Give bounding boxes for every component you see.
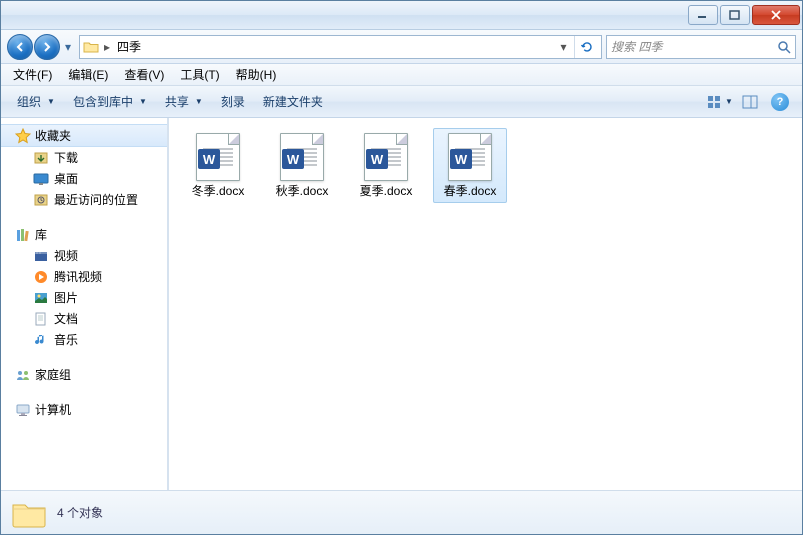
menu-view[interactable]: 查看(V) xyxy=(116,63,172,86)
status-folder-icon xyxy=(11,497,47,529)
breadcrumb-separator[interactable]: ▸ xyxy=(102,40,112,54)
content-area: 收藏夹 下载 桌面 最近访问的位置 库 xyxy=(1,118,802,490)
file-label: 冬季.docx xyxy=(192,184,245,198)
sidebar-favorites[interactable]: 收藏夹 xyxy=(1,124,168,147)
documents-icon xyxy=(33,311,49,327)
breadcrumb-folder[interactable]: 四季 xyxy=(115,38,552,55)
maximize-button[interactable] xyxy=(720,5,750,25)
titlebar xyxy=(1,1,802,30)
status-text: 4 个对象 xyxy=(57,504,103,521)
organize-button[interactable]: 组织▼ xyxy=(9,89,63,114)
favorites-icon xyxy=(15,128,31,144)
address-bar[interactable]: ▸ 四季 ▾ xyxy=(79,35,602,59)
status-bar: 4 个对象 xyxy=(1,490,802,534)
file-list-pane[interactable]: W 冬季.docx W 秋季.docx W 夏季.docx W 春季.docx xyxy=(169,118,802,490)
menu-tools[interactable]: 工具(T) xyxy=(172,63,227,86)
share-button[interactable]: 共享▼ xyxy=(157,89,211,114)
word-document-icon: W xyxy=(448,133,492,181)
tencent-video-icon xyxy=(33,269,49,285)
nav-arrows: ▾ xyxy=(7,34,75,60)
sidebar-libraries[interactable]: 库 xyxy=(1,224,168,245)
video-icon xyxy=(33,248,49,264)
sidebar-computer[interactable]: 计算机 xyxy=(1,399,168,420)
recent-icon xyxy=(33,192,49,208)
word-document-icon: W xyxy=(280,133,324,181)
include-library-button[interactable]: 包含到库中▼ xyxy=(65,89,155,114)
sidebar-item-music[interactable]: 音乐 xyxy=(1,329,168,350)
menu-file[interactable]: 文件(F) xyxy=(5,63,60,86)
refresh-button[interactable] xyxy=(574,36,598,58)
navigation-pane: 收藏夹 下载 桌面 最近访问的位置 库 xyxy=(1,118,169,490)
burn-button[interactable]: 刻录 xyxy=(213,89,253,114)
file-label: 春季.docx xyxy=(444,184,497,198)
minimize-button[interactable] xyxy=(688,5,718,25)
menu-help[interactable]: 帮助(H) xyxy=(228,63,285,86)
window-controls xyxy=(688,5,800,25)
pictures-icon xyxy=(33,290,49,306)
preview-pane-button[interactable] xyxy=(736,90,764,114)
sidebar-homegroup[interactable]: 家庭组 xyxy=(1,364,168,385)
explorer-window: ▾ ▸ 四季 ▾ 搜索 四季 文件(F) 编辑(E) 查看(V) 工具( xyxy=(0,0,803,535)
toolbar: 组织▼ 包含到库中▼ 共享▼ 刻录 新建文件夹 ▼ ? xyxy=(1,86,802,118)
file-item[interactable]: W 秋季.docx xyxy=(265,128,339,203)
sidebar-item-recent[interactable]: 最近访问的位置 xyxy=(1,189,168,210)
back-button[interactable] xyxy=(7,34,33,60)
libraries-icon xyxy=(15,227,31,243)
folder-icon xyxy=(83,40,99,54)
music-icon xyxy=(33,332,49,348)
file-label: 秋季.docx xyxy=(276,184,329,198)
search-icon xyxy=(777,40,791,54)
file-item[interactable]: W 冬季.docx xyxy=(181,128,255,203)
sidebar-item-pictures[interactable]: 图片 xyxy=(1,287,168,308)
downloads-icon xyxy=(33,150,49,166)
sidebar-item-tencent-video[interactable]: 腾讯视频 xyxy=(1,266,168,287)
close-button[interactable] xyxy=(752,5,800,25)
forward-button[interactable] xyxy=(34,34,60,60)
word-document-icon: W xyxy=(364,133,408,181)
menu-edit[interactable]: 编辑(E) xyxy=(60,63,116,86)
history-dropdown[interactable]: ▾ xyxy=(61,34,75,60)
file-item[interactable]: W 夏季.docx xyxy=(349,128,423,203)
help-button[interactable]: ? xyxy=(766,90,794,114)
word-document-icon: W xyxy=(196,133,240,181)
search-input[interactable]: 搜索 四季 xyxy=(606,35,796,59)
address-dropdown[interactable]: ▾ xyxy=(555,36,571,58)
search-placeholder: 搜索 四季 xyxy=(611,38,777,55)
homegroup-icon xyxy=(15,367,31,383)
sidebar-item-desktop[interactable]: 桌面 xyxy=(1,168,168,189)
desktop-icon xyxy=(33,171,49,187)
menubar: 文件(F) 编辑(E) 查看(V) 工具(T) 帮助(H) xyxy=(1,64,802,86)
file-item[interactable]: W 春季.docx xyxy=(433,128,507,203)
help-icon: ? xyxy=(771,93,789,111)
view-mode-button[interactable]: ▼ xyxy=(706,90,734,114)
sidebar-item-documents[interactable]: 文档 xyxy=(1,308,168,329)
sidebar-item-downloads[interactable]: 下载 xyxy=(1,147,168,168)
file-label: 夏季.docx xyxy=(360,184,413,198)
new-folder-button[interactable]: 新建文件夹 xyxy=(255,89,331,114)
sidebar-item-videos[interactable]: 视频 xyxy=(1,245,168,266)
navigation-bar: ▾ ▸ 四季 ▾ 搜索 四季 xyxy=(1,30,802,64)
computer-icon xyxy=(15,402,31,418)
